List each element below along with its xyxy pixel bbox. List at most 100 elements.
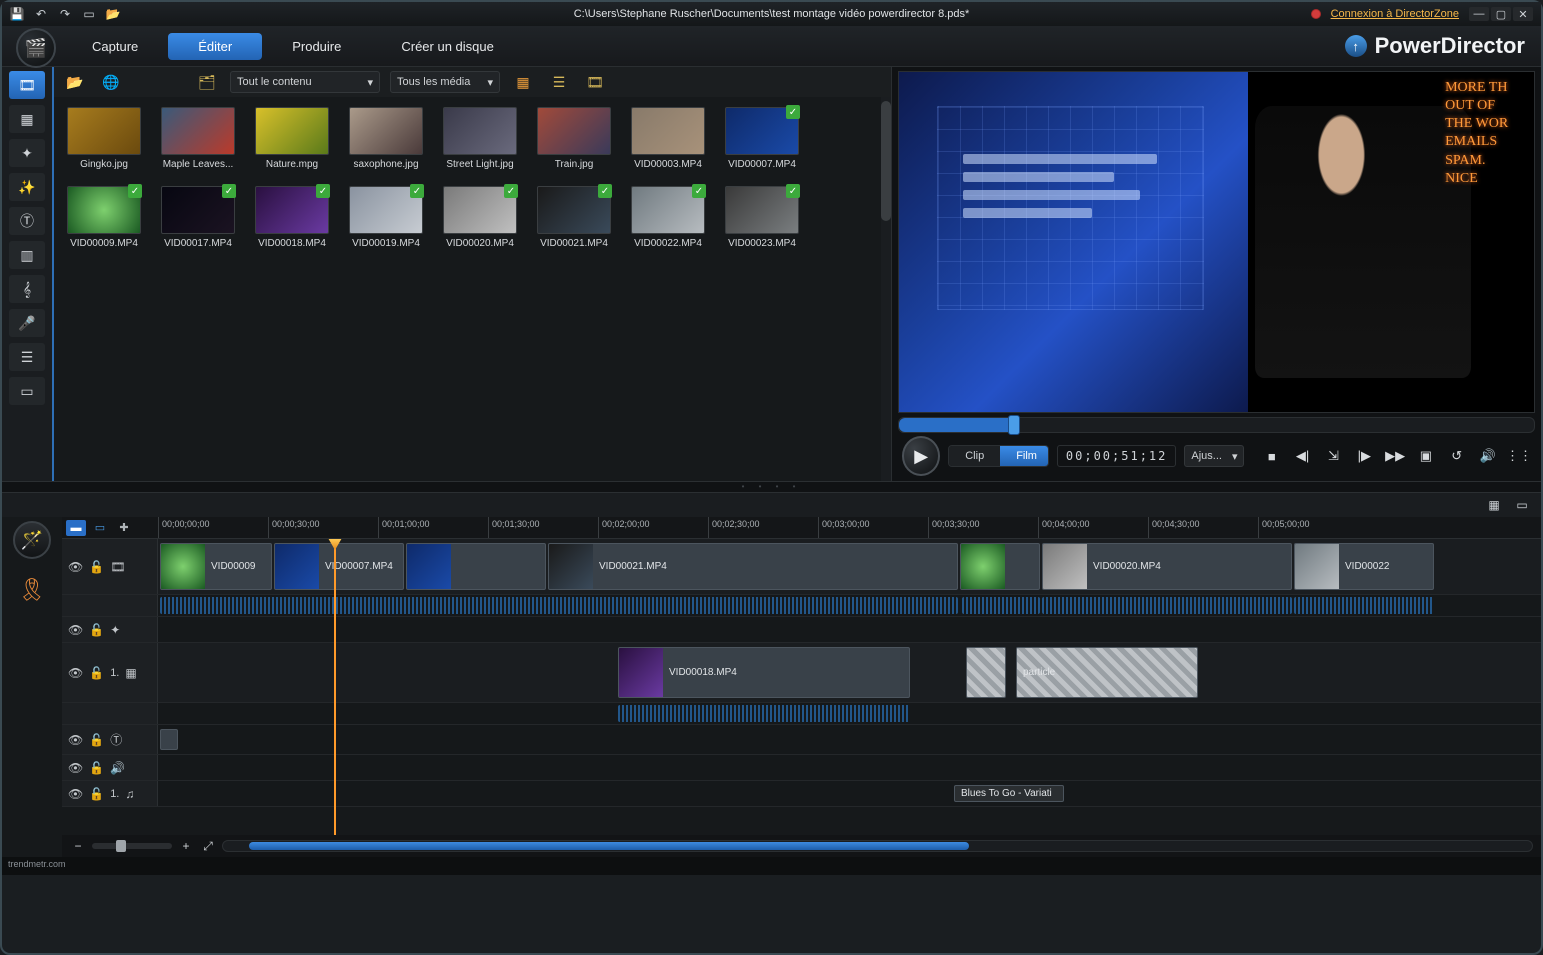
track-pip-audio-header[interactable]	[62, 703, 158, 724]
preview-mode-film[interactable]: Film	[1000, 446, 1049, 466]
track-audio-lane[interactable]	[158, 595, 1541, 616]
library-folder-icon[interactable]: 🗂	[194, 71, 220, 93]
media-item[interactable]: Nature.mpg	[252, 107, 332, 170]
track-music-lane[interactable]: Blues To Go - Variati	[158, 781, 1541, 806]
pane-splitter[interactable]: • • • •	[2, 481, 1541, 493]
track-effect-lane[interactable]	[158, 617, 1541, 642]
safe-zone-icon[interactable]: ▣	[1415, 446, 1438, 466]
timeline-clip[interactable]: particle	[1016, 647, 1198, 698]
media-item[interactable]: ✓VID00017.MP4	[158, 186, 238, 249]
room-chapter-button[interactable]: ☰	[9, 343, 45, 371]
room-media-button[interactable]: 🎞	[9, 71, 45, 99]
room-title-button[interactable]: Ⓣ	[9, 207, 45, 235]
media-item[interactable]: Street Light.jpg	[440, 107, 520, 170]
lock-icon[interactable]: 🔓	[89, 733, 104, 747]
audio-waveform[interactable]	[1294, 597, 1434, 614]
track-video-header[interactable]: 👁 🔓 🎞	[62, 539, 158, 594]
timeline-clip[interactable]: VID00021.MP4	[548, 543, 958, 590]
timeline-clip[interactable]	[966, 647, 1006, 698]
stop-icon[interactable]: ■	[1260, 446, 1283, 466]
media-item[interactable]: ✓VID00019.MP4	[346, 186, 426, 249]
media-item[interactable]: ✓VID00018.MP4	[252, 186, 332, 249]
media-item[interactable]: saxophone.jpg	[346, 107, 426, 170]
library-detail-icon[interactable]: ☰	[546, 71, 572, 93]
app-logo-icon[interactable]: 🎬	[16, 28, 56, 68]
room-transition-button[interactable]: ▥	[9, 241, 45, 269]
timeline-clip[interactable]: VID00022	[1294, 543, 1434, 590]
timeline-clip[interactable]: VID00009	[160, 543, 272, 590]
volume-icon[interactable]: 🔊	[1476, 446, 1499, 466]
zoom-fit-button[interactable]: ⤢	[200, 838, 216, 854]
track-voice-lane[interactable]	[158, 755, 1541, 780]
preview-timecode[interactable]: 00;00;51;12	[1057, 445, 1176, 467]
magic-tools-button[interactable]: 🪄	[13, 521, 51, 559]
media-item[interactable]: Train.jpg	[534, 107, 614, 170]
step-icon[interactable]: ⇲	[1322, 446, 1345, 466]
media-item[interactable]: ✓VID00023.MP4	[722, 186, 802, 249]
prev-frame-icon[interactable]: ◀|	[1291, 446, 1314, 466]
ruler-tool-storyboard-icon[interactable]: ▭	[90, 520, 110, 536]
lock-icon[interactable]: 🔓	[89, 666, 104, 680]
media-item[interactable]: Gingko.jpg	[64, 107, 144, 170]
tab-edit[interactable]: Éditer	[168, 33, 262, 60]
media-item[interactable]: ✓VID00021.MP4	[534, 186, 614, 249]
zoom-out-button[interactable]: −	[70, 838, 86, 854]
lock-icon[interactable]: 🔓	[89, 623, 104, 637]
track-audio-header[interactable]	[62, 595, 158, 616]
track-voice-header[interactable]: 👁 🔓 🔊	[62, 755, 158, 780]
audio-waveform[interactable]	[160, 597, 958, 614]
preview-mode-clip[interactable]: Clip	[949, 446, 1000, 466]
track-title-header[interactable]: 👁 🔓 Ⓣ	[62, 725, 158, 754]
window-minimize-button[interactable]: —	[1469, 7, 1489, 21]
visibility-icon[interactable]: 👁	[68, 560, 83, 574]
timeline-view-icon[interactable]: ▦	[1483, 496, 1505, 514]
media-item[interactable]: ✓VID00020.MP4	[440, 186, 520, 249]
timeline-clip[interactable]: Blues To Go - Variati	[954, 785, 1064, 802]
window-close-button[interactable]: ✕	[1513, 7, 1533, 21]
lock-icon[interactable]: 🔓	[89, 787, 104, 801]
audio-waveform[interactable]	[618, 705, 910, 722]
library-view-icon[interactable]: ▦	[510, 71, 536, 93]
track-pip-audio-lane[interactable]	[158, 703, 1541, 724]
timeline-clip[interactable]	[960, 543, 1040, 590]
track-pip-header[interactable]: 👁 🔓 1. ▦	[62, 643, 158, 702]
ruler-tool-clip-icon[interactable]: ▬	[66, 520, 86, 536]
media-item[interactable]: ✓VID00009.MP4	[64, 186, 144, 249]
room-subtitle-button[interactable]: ▭	[9, 377, 45, 405]
room-effect-button[interactable]: ▦	[9, 105, 45, 133]
timeline-clip[interactable]: VID00020.MP4	[1042, 543, 1292, 590]
lock-icon[interactable]: 🔓	[89, 560, 104, 574]
visibility-icon[interactable]: 👁	[68, 666, 83, 680]
new-project-icon[interactable]: ▭	[82, 7, 96, 21]
visibility-icon[interactable]: 👁	[68, 761, 83, 775]
track-music-header[interactable]: 👁 🔓 1. ♫	[62, 781, 158, 806]
download-media-icon[interactable]: 🌐	[98, 71, 124, 93]
track-effect-header[interactable]: 👁 🔓 ✦	[62, 617, 158, 642]
lock-icon[interactable]: 🔓	[89, 761, 104, 775]
timeline-settings-icon[interactable]: ▭	[1511, 496, 1533, 514]
loop-icon[interactable]: ↺	[1445, 446, 1468, 466]
room-audio-mixing-button[interactable]: 𝄞	[9, 275, 45, 303]
tab-capture[interactable]: Capture	[62, 33, 168, 60]
media-item[interactable]: ✓VID00022.MP4	[628, 186, 708, 249]
room-pip-button[interactable]: ✦	[9, 139, 45, 167]
media-type-select[interactable]: Tous les média ▾	[390, 71, 500, 93]
media-item[interactable]: VID00003.MP4	[628, 107, 708, 170]
directorzone-link[interactable]: Connexion à DirectorZone	[1331, 8, 1459, 20]
preview-fit-select[interactable]: Ajus... ▾	[1184, 445, 1244, 467]
import-media-icon[interactable]: 📂	[62, 71, 88, 93]
track-title-lane[interactable]	[158, 725, 1541, 754]
timeline-ruler[interactable]: ▬ ▭ ✚ 00;00;00;0000;00;30;0000;01;00;000…	[62, 517, 1541, 539]
track-video-lane[interactable]: VID00009VID00007.MP4 VID00021.MP4 VID00020…	[158, 539, 1541, 594]
timeline-clip[interactable]: VID00018.MP4	[618, 647, 910, 698]
save-icon[interactable]: 💾	[10, 7, 24, 21]
visibility-icon[interactable]: 👁	[68, 623, 83, 637]
room-particle-button[interactable]: ✨	[9, 173, 45, 201]
timeline-hscroll[interactable]	[222, 840, 1533, 852]
library-scrollbar[interactable]	[881, 97, 891, 481]
play-button[interactable]: ▶	[902, 436, 940, 476]
track-pip-lane[interactable]: VID00018.MP4 particle	[158, 643, 1541, 702]
redo-icon[interactable]: ↷	[58, 7, 72, 21]
content-filter-select[interactable]: Tout le contenu ▾	[230, 71, 380, 93]
timeline-clip[interactable]: VID00007.MP4	[274, 543, 404, 590]
